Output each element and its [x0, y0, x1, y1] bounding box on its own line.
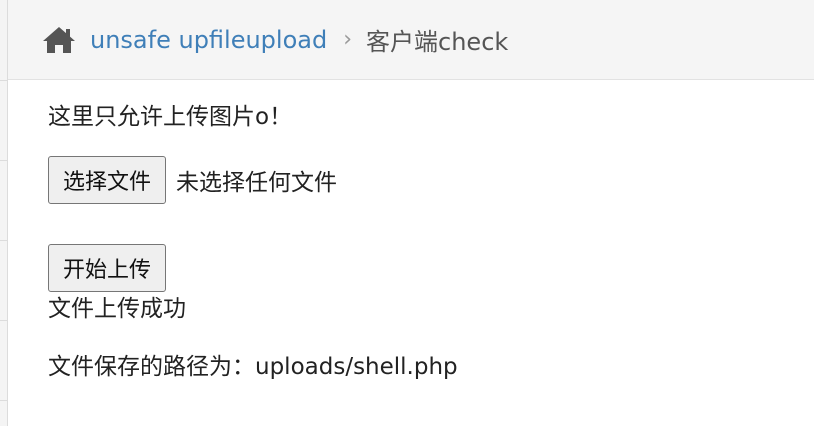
upload-button[interactable]: 开始上传 — [48, 244, 167, 292]
upload-notice: 这里只允许上传图片o！ — [48, 104, 293, 130]
file-input[interactable]: 选择文件 未选择任何文件 — [48, 156, 814, 204]
choose-file-button[interactable]: 选择文件 — [48, 156, 167, 204]
rail-divider — [0, 80, 8, 81]
result-message: 文件上传成功 — [48, 296, 186, 322]
breadcrumb-link[interactable]: unsafe upfileupload — [90, 26, 327, 54]
saved-path: 文件保存的路径为：uploads/shell.php — [48, 350, 814, 384]
rail-divider — [0, 240, 8, 241]
chevron-right-icon: › — [343, 27, 353, 52]
home-icon[interactable] — [42, 25, 76, 55]
rail-divider — [0, 320, 8, 321]
file-status: 未选择任何文件 — [176, 170, 338, 196]
rail-divider — [0, 160, 8, 161]
breadcrumb-current: 客户端check — [366, 28, 509, 56]
upload-form: 这里只允许上传图片o！ 选择文件 未选择任何文件 开始上传 文件上传成功 文件保… — [48, 94, 814, 384]
left-rail — [0, 0, 8, 426]
breadcrumb: unsafe upfileupload › 客户端check — [8, 0, 814, 80]
rail-divider — [0, 400, 8, 401]
path-value: uploads/shell.php — [255, 354, 458, 380]
path-label: 文件保存的路径为： — [48, 354, 255, 380]
upload-row: 开始上传 — [48, 244, 814, 292]
